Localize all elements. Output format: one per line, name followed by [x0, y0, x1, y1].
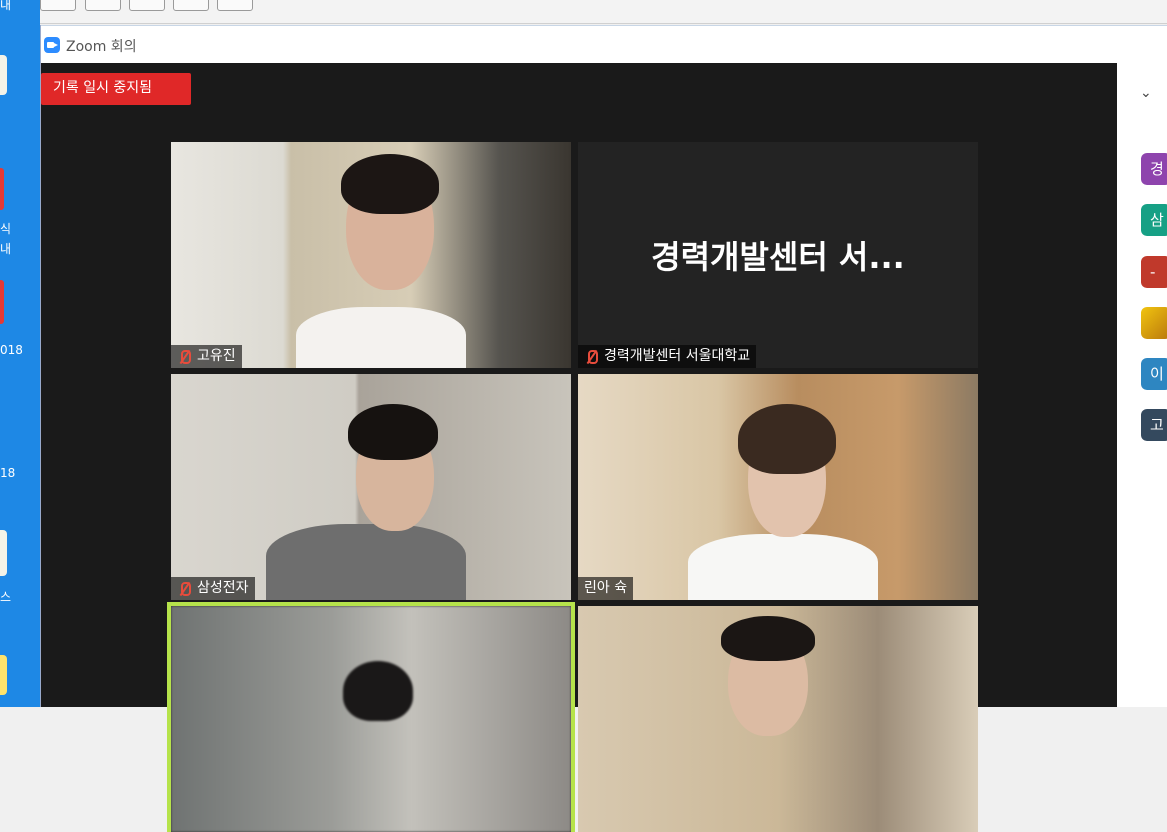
participant-tile[interactable]: 고유진: [171, 142, 571, 368]
video-gallery: 기록 일시 중지됨 고유진 경력개발센터 서... 경력개발센터 서울대학교 삼…: [41, 63, 1117, 832]
desktop-icon[interactable]: [0, 55, 7, 95]
open-icon[interactable]: [85, 0, 121, 11]
desktop-label: 스: [0, 590, 12, 604]
desktop-icon[interactable]: [0, 530, 7, 576]
participant-hair: [343, 661, 413, 721]
new-icon[interactable]: [40, 0, 76, 11]
participant-hair: [738, 404, 836, 474]
participant-name-tag: 삼성전자: [171, 577, 255, 600]
participant-body: [688, 534, 878, 600]
participant-tile[interactable]: 린아 슉: [578, 374, 978, 600]
video-feed: [171, 606, 571, 832]
print-icon[interactable]: [129, 0, 165, 11]
participant-tile[interactable]: [578, 606, 978, 832]
video-feed: [171, 374, 571, 600]
desktop-label: 018: [0, 343, 23, 357]
window-title: Zoom 회의: [66, 39, 137, 55]
participant-name: 고유진: [197, 348, 236, 364]
video-feed: [578, 606, 978, 832]
participant-hair: [348, 404, 438, 460]
participant-body: [296, 307, 466, 368]
participant-name-tag: 린아 슉: [578, 577, 634, 600]
preview-icon[interactable]: [173, 0, 209, 11]
zoom-logo-icon: [44, 37, 60, 53]
participant-tile[interactable]: 경력개발센터 서... 경력개발센터 서울대학교: [578, 142, 978, 368]
participant-hair: [721, 616, 815, 661]
participant-avatar[interactable]: 이: [1141, 358, 1167, 390]
participant-avatar[interactable]: 고: [1141, 409, 1167, 441]
participant-name-tag: 경력개발센터 서울대학교: [578, 345, 757, 368]
video-feed: [578, 374, 978, 600]
chevron-down-icon[interactable]: ⌄: [1140, 85, 1152, 101]
app-toolbar: [40, 0, 1167, 24]
participant-display-name: 경력개발센터 서...: [651, 238, 905, 276]
participant-tile-active-speaker[interactable]: [167, 602, 575, 832]
participant-name: 경력개발센터 서울대학교: [604, 348, 751, 364]
desktop-label: 18: [0, 466, 16, 480]
participant-body: [266, 524, 466, 600]
desktop-label: 내: [0, 242, 12, 256]
participant-name: 삼성전자: [197, 580, 249, 596]
participant-avatar[interactable]: -: [1141, 256, 1167, 288]
desktop-icon[interactable]: [0, 280, 4, 324]
participant-hair: [341, 154, 439, 214]
title-bar[interactable]: Zoom 회의: [41, 25, 1167, 63]
desktop-icon[interactable]: [0, 168, 4, 210]
desktop-label: 내: [0, 0, 12, 12]
zoom-window: Zoom 회의 기록 일시 중지됨 고유진 경력개발센터 서... 경력개발센터…: [40, 25, 1167, 832]
participant-tile[interactable]: 삼성전자: [171, 374, 571, 600]
desktop-label: 식: [0, 222, 12, 236]
desktop-strip: 내 식 내 018 18 스: [0, 0, 40, 707]
video-feed: [171, 142, 571, 368]
recording-paused-badge[interactable]: 기록 일시 중지됨: [41, 73, 191, 105]
muted-mic-icon: [177, 349, 191, 365]
desktop-icon[interactable]: [0, 655, 7, 695]
muted-mic-icon: [177, 581, 191, 597]
participant-avatar[interactable]: 경: [1141, 153, 1167, 185]
find-icon[interactable]: [217, 0, 253, 11]
participant-panel: ⌄ 경 삼 - 이 고: [1117, 63, 1167, 707]
participant-avatar[interactable]: 삼: [1141, 204, 1167, 236]
muted-mic-icon: [584, 349, 598, 365]
participant-avatar-image[interactable]: [1141, 307, 1167, 339]
participant-name-tag: 고유진: [171, 345, 242, 368]
participant-name: 린아 슉: [584, 580, 628, 596]
